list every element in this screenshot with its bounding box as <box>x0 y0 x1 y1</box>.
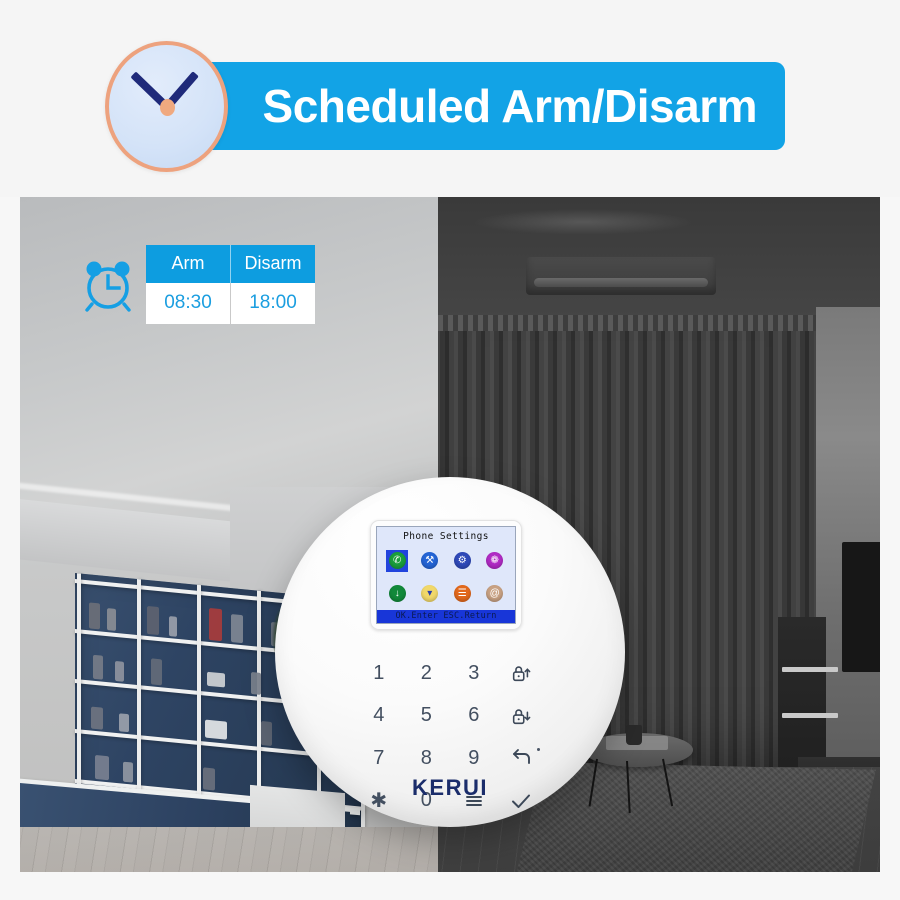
email-at-icon: @ <box>486 585 504 602</box>
tools-icon: ⚒ <box>421 552 439 569</box>
page-title: Scheduled Arm/Disarm <box>262 80 758 132</box>
key-1-label: 1 <box>373 661 385 684</box>
lcd-menu-item-siren[interactable]: ❁ <box>484 550 506 572</box>
night-air-conditioner <box>526 257 716 295</box>
key-arm[interactable] <box>498 652 546 695</box>
lcd-footer-hint: OK.Enter ESC.Return <box>377 610 515 623</box>
key-7[interactable]: 7 <box>355 737 403 780</box>
lock-down-icon <box>510 705 532 727</box>
phone-icon: ✆ <box>388 552 406 569</box>
key-3-label: 3 <box>468 661 480 684</box>
download-shield-icon: ↓ <box>388 585 406 602</box>
lcd-menu-item-tools[interactable]: ⚒ <box>419 550 441 572</box>
key-4-label: 4 <box>373 704 385 727</box>
lock-up-icon <box>510 662 532 684</box>
day-wood-floor <box>20 827 438 872</box>
key-2-label: 2 <box>420 661 432 684</box>
table-row: 08:30 18:00 <box>146 283 315 324</box>
back-arrow-icon <box>509 746 533 770</box>
brand-logo: KERUI <box>412 775 488 800</box>
alarm-control-panel: Phone Settings ✆ ⚒ ⚙ ❁ ↓ ▾ ☰ @ OK.Enter ESC.Ret… <box>275 477 625 827</box>
night-curtain-rail <box>438 315 838 331</box>
key-6-label: 6 <box>468 704 480 727</box>
gear-icon: ⚙ <box>453 552 471 569</box>
photo-stage: Arm Disarm 08:30 18:00 Phone Settings ✆ … <box>20 197 880 872</box>
table-header-row: Arm Disarm <box>146 245 315 283</box>
analog-clock-icon <box>105 41 228 172</box>
night-ac-vent <box>534 278 708 287</box>
key-4[interactable]: 4 <box>355 695 403 738</box>
clock-center-pin <box>159 98 175 116</box>
night-shelf <box>782 667 838 672</box>
column-header-arm: Arm <box>146 245 231 283</box>
key-5[interactable]: 5 <box>403 695 451 738</box>
header-banner: Scheduled Arm/Disarm <box>0 0 900 197</box>
banner-bar: Scheduled Arm/Disarm <box>148 62 785 150</box>
night-cup <box>626 725 642 745</box>
lcd-menu-item-gear[interactable]: ⚙ <box>451 550 473 572</box>
lcd-menu-item-phone[interactable]: ✆ <box>386 549 409 572</box>
panel-indicator-dot <box>537 748 540 751</box>
lcd-menu-item-clock[interactable]: ▾ <box>419 583 441 605</box>
schedule-card-day: Arm Disarm 08:30 18:00 <box>80 245 315 324</box>
key-9[interactable]: 9 <box>450 737 498 780</box>
night-television <box>842 542 880 672</box>
column-header-disarm: Disarm <box>230 245 315 283</box>
lcd-title: Phone Settings <box>403 531 489 542</box>
key-9-label: 9 <box>468 746 480 769</box>
key-disarm[interactable] <box>498 695 546 738</box>
key-8[interactable]: 8 <box>403 737 451 780</box>
alarm-clock-icon <box>80 257 136 313</box>
key-5-label: 5 <box>420 704 432 727</box>
lcd-menu-item-message[interactable]: ☰ <box>451 583 473 605</box>
key-1[interactable]: 1 <box>355 652 403 695</box>
lcd-bezel: Phone Settings ✆ ⚒ ⚙ ❁ ↓ ▾ ☰ @ OK.Enter ESC.Ret… <box>370 520 522 630</box>
disarm-time-value: 18:00 <box>230 283 315 324</box>
arm-time-value: 08:30 <box>146 283 231 324</box>
lcd-screen: Phone Settings ✆ ⚒ ⚙ ❁ ↓ ▾ ☰ @ OK.Enter ESC.Ret… <box>376 526 516 624</box>
message-icon: ☰ <box>453 585 471 602</box>
key-back[interactable] <box>498 737 546 780</box>
night-ceiling-fan <box>473 209 693 235</box>
schedule-table-day: Arm Disarm 08:30 18:00 <box>146 245 315 324</box>
key-3[interactable]: 3 <box>450 652 498 695</box>
key-2[interactable]: 2 <box>403 652 451 695</box>
key-8-label: 8 <box>420 746 432 769</box>
lcd-icon-grid: ✆ ⚒ ⚙ ❁ ↓ ▾ ☰ @ <box>377 544 515 610</box>
lcd-menu-item-email-at[interactable]: @ <box>484 583 506 605</box>
key-7-label: 7 <box>373 746 385 769</box>
siren-icon: ❁ <box>486 552 504 569</box>
lcd-menu-item-download-shield[interactable]: ↓ <box>386 583 408 605</box>
clock-icon: ▾ <box>421 585 439 602</box>
key-6[interactable]: 6 <box>450 695 498 738</box>
night-shelf <box>782 713 838 718</box>
